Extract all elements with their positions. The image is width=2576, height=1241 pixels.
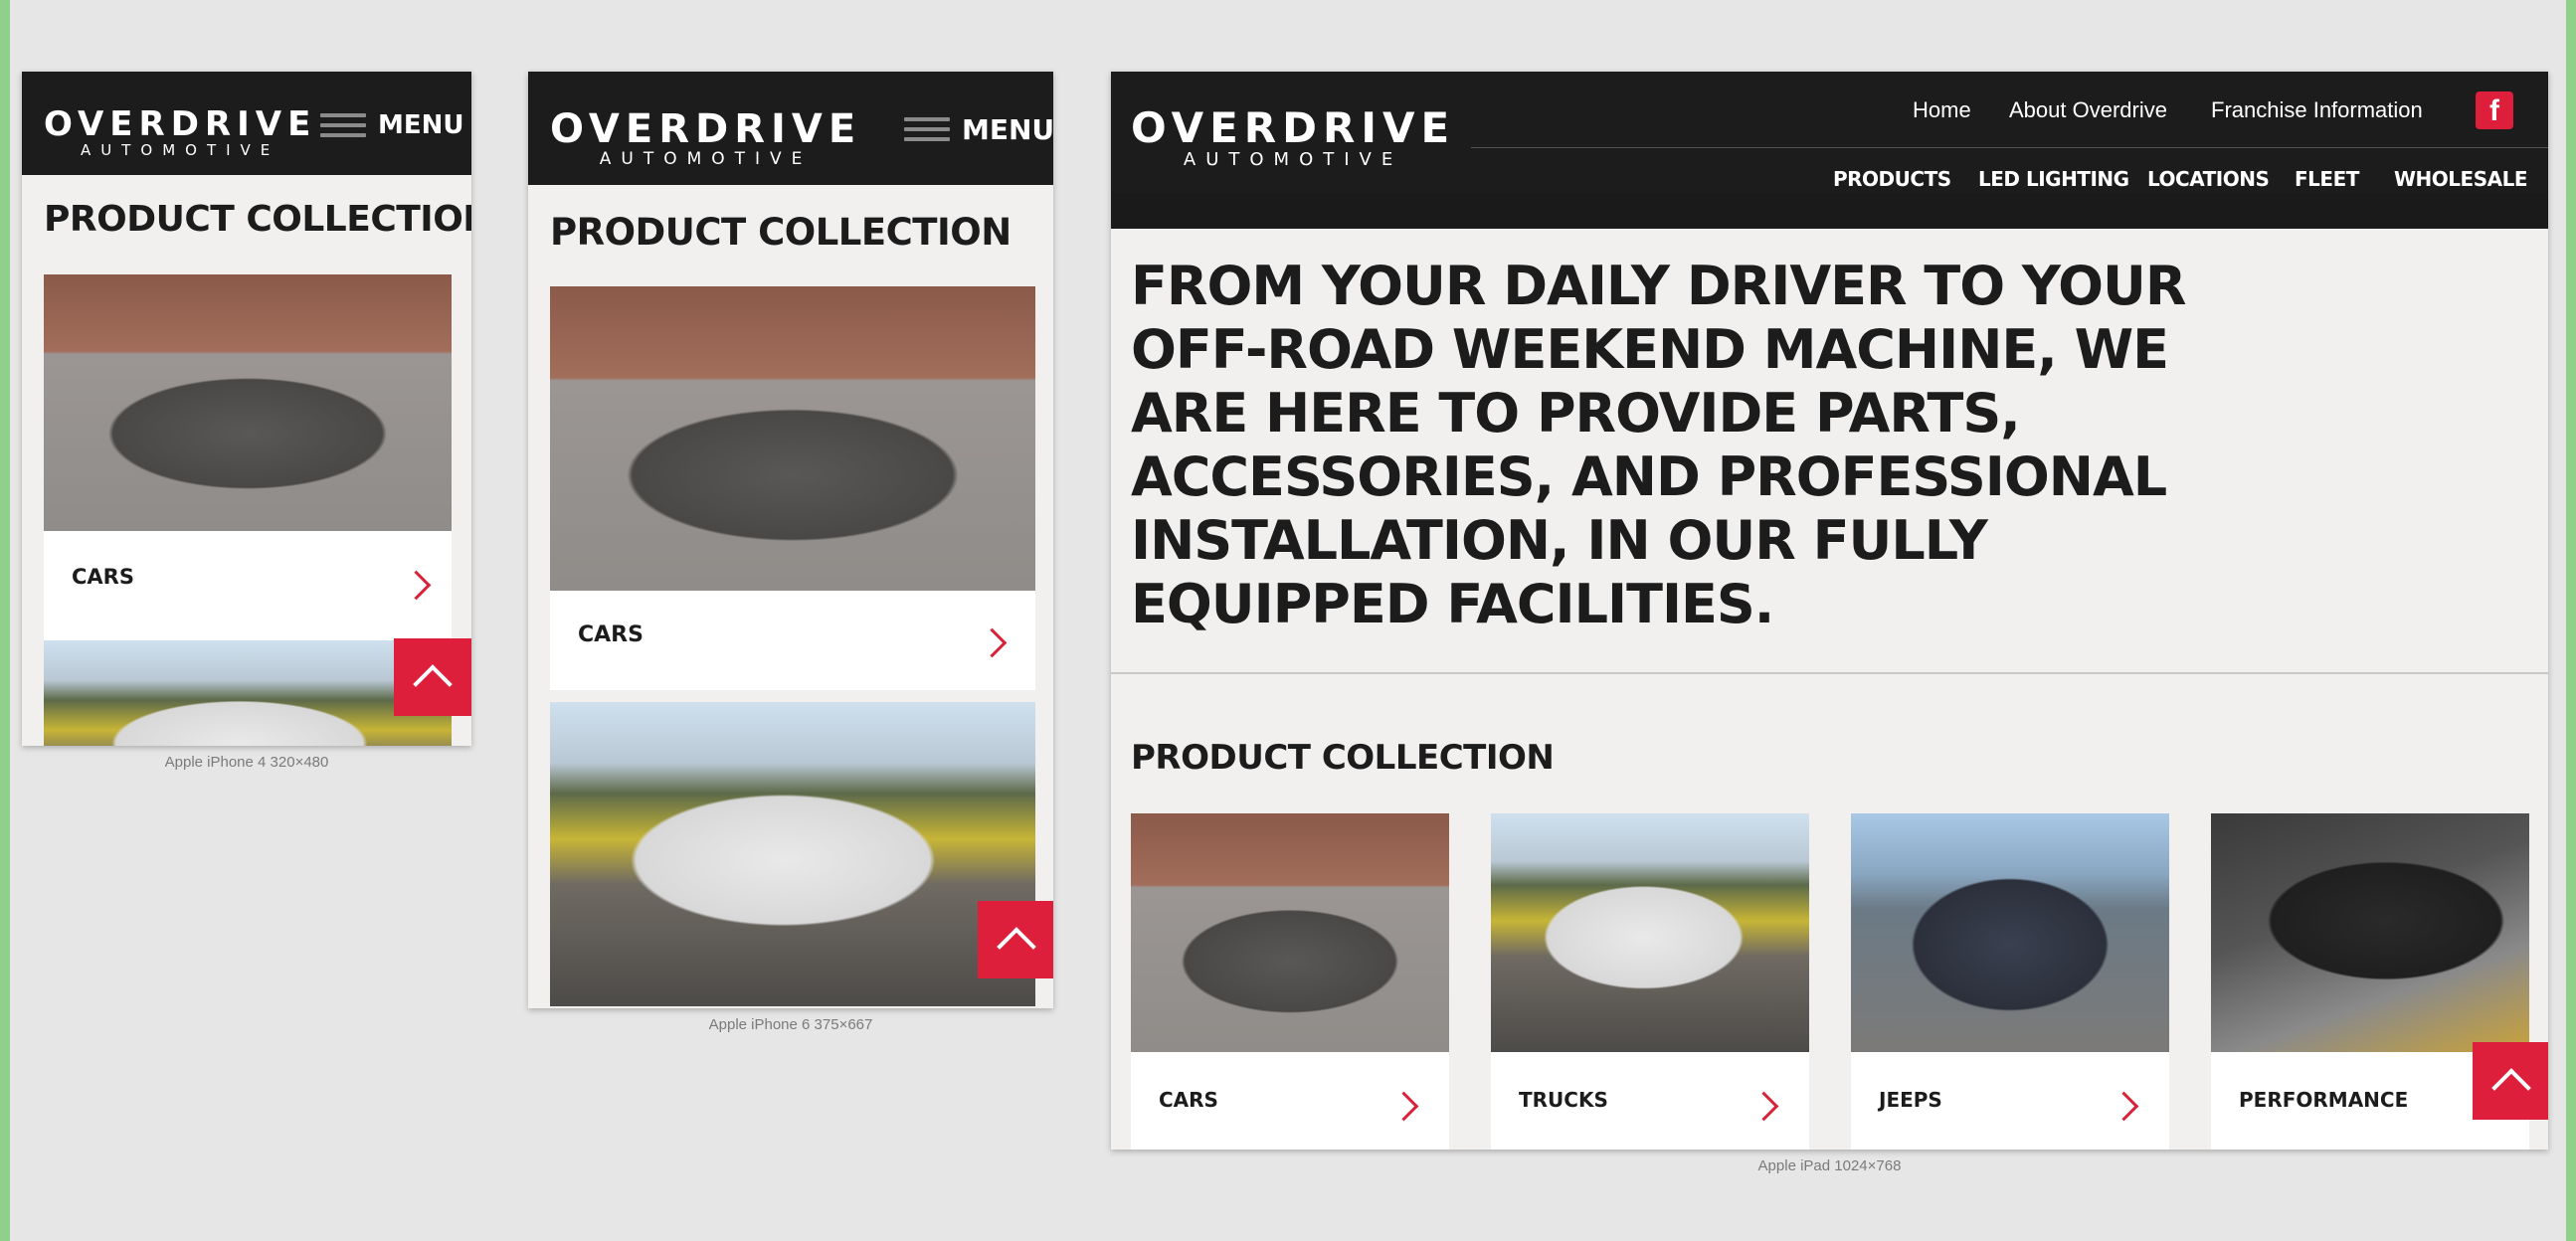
ipad-screen: OVERDRIVE AUTOMOTIVE Home About Overdriv…: [1111, 72, 2548, 1150]
back-to-top-button[interactable]: [978, 901, 1053, 978]
product-card-jeeps[interactable]: JEEPS: [1851, 813, 2169, 1150]
white-pickup-photo: [550, 702, 1035, 1006]
site-logo[interactable]: OVERDRIVE AUTOMOTIVE: [1131, 107, 1455, 169]
device-caption: Apple iPhone 6 375×667: [708, 1016, 873, 1033]
grey-coupe-photo: [1131, 813, 1449, 1052]
chevron-right-icon: [1748, 1091, 1779, 1122]
nav-wholesale[interactable]: WHOLESALE: [2394, 167, 2528, 191]
hamburger-icon: [320, 107, 366, 143]
product-label: PERFORMANCE: [2239, 1088, 2409, 1112]
grey-coupe-photo: [550, 286, 1035, 591]
header-bottom-band: [1111, 193, 2548, 229]
chevron-right-icon: [977, 627, 1008, 658]
nav-about[interactable]: About Overdrive: [2009, 97, 2167, 123]
logo-wordmark: OVERDRIVE: [44, 104, 317, 144]
menu-button[interactable]: MENU: [320, 107, 464, 143]
product-card-trucks[interactable]: [44, 640, 452, 746]
iphone6-screen: OVERDRIVE AUTOMOTIVE MENU PRODUCT COLLEC…: [528, 72, 1053, 1008]
hamburger-icon: [904, 111, 950, 147]
product-label: CARS: [578, 622, 644, 647]
nav-home[interactable]: Home: [1913, 97, 1971, 123]
hero-tagline: FROM YOUR DAILY DRIVER TO YOUR OFF-ROAD …: [1131, 255, 2186, 635]
menu-label: MENU: [378, 110, 464, 140]
device-caption: Apple iPad 1024×768: [1757, 1157, 1902, 1174]
logo-subtitle: AUTOMOTIVE: [599, 149, 813, 169]
chevron-right-icon: [2109, 1091, 2139, 1122]
nav-products[interactable]: PRODUCTS: [1833, 167, 1951, 191]
logo-wordmark: OVERDRIVE: [550, 106, 862, 152]
back-to-top-button[interactable]: [394, 638, 471, 716]
product-label: CARS: [72, 565, 134, 589]
product-card-trucks[interactable]: TRUCKS: [1491, 813, 1809, 1150]
product-card-cars[interactable]: CARS: [550, 286, 1035, 690]
white-pickup-photo: [1491, 813, 1809, 1052]
logo-subtitle: AUTOMOTIVE: [1183, 149, 1403, 170]
exhaust-undercarriage-photo: [2211, 813, 2529, 1052]
product-card-cars[interactable]: CARS: [1131, 813, 1449, 1150]
black-jeep-photo: [1851, 813, 2169, 1052]
back-to-top-button[interactable]: [2473, 1042, 2548, 1120]
grey-coupe-photo: [44, 274, 452, 531]
section-title: PRODUCT COLLECTION: [1131, 738, 1555, 778]
section-title: PRODUCT COLLECTION: [44, 199, 471, 240]
section-title: PRODUCT COLLECTION: [550, 211, 1012, 254]
nav-fleet[interactable]: FLEET: [2295, 167, 2359, 191]
white-pickup-photo: [44, 640, 452, 746]
product-card-trucks[interactable]: [550, 702, 1035, 1006]
nav-locations[interactable]: LOCATIONS: [2147, 167, 2270, 191]
iphone4-screen: OVERDRIVE AUTOMOTIVE MENU PRODUCT COLLEC…: [22, 72, 471, 746]
nav-led-lighting[interactable]: LED LIGHTING: [1978, 167, 2129, 191]
chevron-up-icon: [2491, 1068, 2531, 1108]
mobile-header: OVERDRIVE AUTOMOTIVE MENU: [528, 72, 1053, 185]
menu-label: MENU: [962, 112, 1053, 146]
chevron-up-icon: [997, 927, 1036, 967]
product-label: CARS: [1159, 1088, 1218, 1112]
facebook-icon[interactable]: f: [2476, 91, 2513, 129]
tablet-header: OVERDRIVE AUTOMOTIVE Home About Overdriv…: [1111, 72, 2548, 229]
chevron-right-icon: [401, 570, 432, 601]
site-logo[interactable]: OVERDRIVE AUTOMOTIVE: [44, 107, 316, 158]
product-label: JEEPS: [1879, 1088, 1942, 1112]
mobile-header: OVERDRIVE AUTOMOTIVE MENU: [22, 72, 471, 175]
nav-franchise[interactable]: Franchise Information: [2211, 97, 2423, 123]
chevron-up-icon: [413, 664, 453, 704]
logo-subtitle: AUTOMOTIVE: [81, 141, 280, 159]
header-divider: [1471, 147, 2548, 148]
device-caption: Apple iPhone 4 320×480: [164, 754, 329, 771]
site-logo[interactable]: OVERDRIVE AUTOMOTIVE: [550, 109, 861, 168]
product-card-cars[interactable]: CARS: [44, 274, 452, 700]
logo-wordmark: OVERDRIVE: [1131, 103, 1456, 152]
menu-button[interactable]: MENU: [904, 111, 1053, 147]
chevron-right-icon: [1388, 1091, 1419, 1122]
section-divider: [1111, 672, 2548, 674]
product-label: TRUCKS: [1519, 1088, 1608, 1112]
